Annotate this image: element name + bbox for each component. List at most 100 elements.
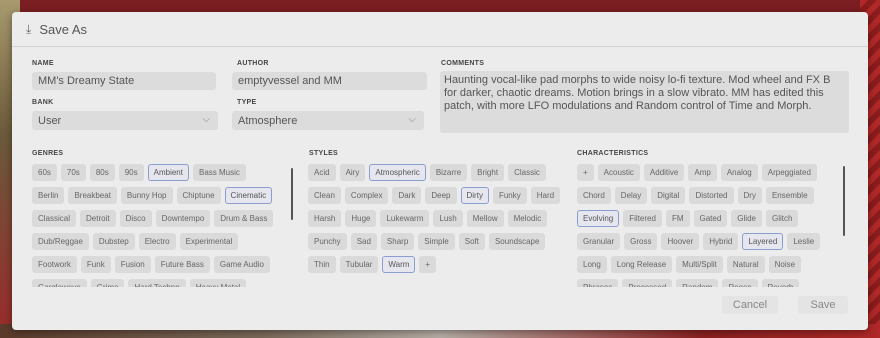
- genres-tag[interactable]: Dubstep: [92, 233, 135, 250]
- genres-tag[interactable]: Funk: [80, 256, 111, 273]
- characteristics-tag[interactable]: Natural: [726, 256, 765, 273]
- characteristics-tag[interactable]: Digital: [651, 187, 686, 204]
- styles-tag[interactable]: Atmospheric: [369, 164, 426, 181]
- styles-tag[interactable]: Sad: [350, 233, 377, 250]
- styles-tag[interactable]: Funky: [492, 187, 527, 204]
- genres-tag[interactable]: Bass Music: [192, 164, 246, 181]
- genres-tag[interactable]: Bunny Hop: [120, 187, 173, 204]
- styles-tag[interactable]: Bright: [471, 164, 505, 181]
- characteristics-tag[interactable]: Long: [577, 256, 607, 273]
- characteristics-tag[interactable]: Phrases: [577, 279, 619, 287]
- genres-tag[interactable]: Grime: [90, 279, 125, 287]
- characteristics-scrollbar[interactable]: [843, 166, 845, 236]
- genres-tag[interactable]: Detroit: [80, 210, 116, 227]
- styles-tag[interactable]: Clean: [308, 187, 341, 204]
- characteristics-tag[interactable]: Noise: [768, 256, 802, 273]
- styles-tag[interactable]: Punchy: [308, 233, 347, 250]
- genres-tag[interactable]: Electro: [138, 233, 176, 250]
- styles-tag[interactable]: Tubular: [339, 256, 379, 273]
- genres-tag[interactable]: Ambient: [147, 164, 189, 181]
- styles-tag[interactable]: +: [419, 256, 437, 273]
- characteristics-tag[interactable]: Arpeggiated: [761, 164, 817, 181]
- genres-tag[interactable]: 70s: [60, 164, 86, 181]
- characteristics-tag[interactable]: Acoustic: [597, 164, 640, 181]
- styles-tag[interactable]: Lukewarm: [380, 210, 430, 227]
- genres-tag[interactable]: Heavy Metal: [189, 279, 247, 287]
- type-dropdown[interactable]: Atmosphere ⌵: [232, 111, 424, 130]
- characteristics-tag[interactable]: Glide: [731, 210, 762, 227]
- name-field[interactable]: MM's Dreamy State: [32, 72, 216, 90]
- styles-tag[interactable]: Classic: [508, 164, 546, 181]
- genres-tag[interactable]: Future Bass: [154, 256, 210, 273]
- characteristics-tag[interactable]: Multi/Split: [676, 256, 723, 273]
- characteristics-tag[interactable]: Gated: [693, 210, 728, 227]
- styles-tag[interactable]: Airy: [339, 164, 366, 181]
- styles-tag[interactable]: Mellow: [466, 210, 504, 227]
- characteristics-tag[interactable]: Amp: [688, 164, 717, 181]
- characteristics-tag[interactable]: Chord: [577, 187, 611, 204]
- characteristics-tag[interactable]: Ensemble: [765, 187, 814, 204]
- characteristics-tag[interactable]: Gross: [624, 233, 658, 250]
- characteristics-tag[interactable]: FM: [665, 210, 690, 227]
- styles-tag[interactable]: Soft: [458, 233, 485, 250]
- characteristics-tag[interactable]: Delay: [614, 187, 648, 204]
- genres-tag[interactable]: Drum & Bass: [214, 210, 274, 227]
- genres-tag[interactable]: Fusion: [114, 256, 151, 273]
- styles-tag[interactable]: Soundscape: [488, 233, 546, 250]
- styles-tag[interactable]: Simple: [418, 233, 455, 250]
- genres-tag[interactable]: 90s: [118, 164, 144, 181]
- characteristics-tag[interactable]: Layered: [742, 233, 784, 250]
- genres-tag[interactable]: Game Audio: [213, 256, 270, 273]
- styles-tag[interactable]: Melodic: [507, 210, 548, 227]
- bank-dropdown[interactable]: User ⌵: [32, 111, 218, 130]
- styles-tag[interactable]: Thin: [308, 256, 336, 273]
- characteristics-tag[interactable]: Hoover: [661, 233, 700, 250]
- styles-tag[interactable]: Lush: [433, 210, 463, 227]
- genres-tag[interactable]: Chiptune: [176, 187, 221, 204]
- characteristics-tag[interactable]: Random: [676, 279, 719, 287]
- characteristics-tag[interactable]: Filtered: [623, 210, 662, 227]
- styles-tag[interactable]: Sharp: [380, 233, 415, 250]
- cancel-button[interactable]: Cancel: [722, 296, 778, 314]
- characteristics-tag[interactable]: Processed: [622, 279, 673, 287]
- genres-tag[interactable]: Breakbeat: [68, 187, 117, 204]
- characteristics-tag[interactable]: Evolving: [577, 210, 620, 227]
- save-button[interactable]: Save: [798, 296, 848, 314]
- styles-tag[interactable]: Bizarre: [429, 164, 468, 181]
- genres-tag[interactable]: Experimental: [179, 233, 239, 250]
- characteristics-tag[interactable]: Hybrid: [703, 233, 739, 250]
- characteristics-tag[interactable]: Analog: [720, 164, 758, 181]
- characteristics-tag[interactable]: Long Release: [610, 256, 673, 273]
- genres-tag[interactable]: Classical: [32, 210, 77, 227]
- styles-tag[interactable]: Huge: [345, 210, 377, 227]
- characteristics-tag[interactable]: Granular: [577, 233, 621, 250]
- characteristics-tag[interactable]: Glitch: [765, 210, 799, 227]
- genres-tag[interactable]: Footwork: [32, 256, 77, 273]
- styles-tag[interactable]: Warm: [382, 256, 416, 273]
- styles-tag[interactable]: Hard: [530, 187, 561, 204]
- styles-tag[interactable]: Dirty: [460, 187, 489, 204]
- genres-tag[interactable]: Cinematic: [224, 187, 273, 204]
- characteristics-tag[interactable]: Leslie: [787, 233, 821, 250]
- genres-tag[interactable]: 60s: [32, 164, 57, 181]
- comments-field[interactable]: Haunting vocal-like pad morphs to wide n…: [440, 71, 849, 133]
- characteristics-tag[interactable]: Dry: [737, 187, 762, 204]
- styles-tag[interactable]: Deep: [425, 187, 457, 204]
- genres-tag[interactable]: Berlin: [32, 187, 65, 204]
- author-field[interactable]: emptyvessel and MM: [232, 72, 427, 90]
- characteristics-tag[interactable]: +: [577, 164, 594, 181]
- styles-tag[interactable]: Complex: [344, 187, 389, 204]
- styles-tag[interactable]: Harsh: [308, 210, 342, 227]
- styles-tag[interactable]: Dark: [392, 187, 422, 204]
- genres-tag[interactable]: Dub/Reggae: [32, 233, 89, 250]
- genres-tag[interactable]: 80s: [89, 164, 115, 181]
- genres-tag[interactable]: Garglewave: [32, 279, 87, 287]
- genres-scrollbar[interactable]: [291, 168, 293, 220]
- genres-tag[interactable]: Disco: [119, 210, 152, 227]
- characteristics-tag[interactable]: Distorted: [689, 187, 734, 204]
- characteristics-tag[interactable]: Reese: [722, 279, 758, 287]
- genres-tag[interactable]: Hard Techno: [128, 279, 186, 287]
- characteristics-tag[interactable]: Additive: [643, 164, 685, 181]
- genres-tag[interactable]: Downtempo: [155, 210, 211, 227]
- characteristics-tag[interactable]: Reverb: [761, 279, 800, 287]
